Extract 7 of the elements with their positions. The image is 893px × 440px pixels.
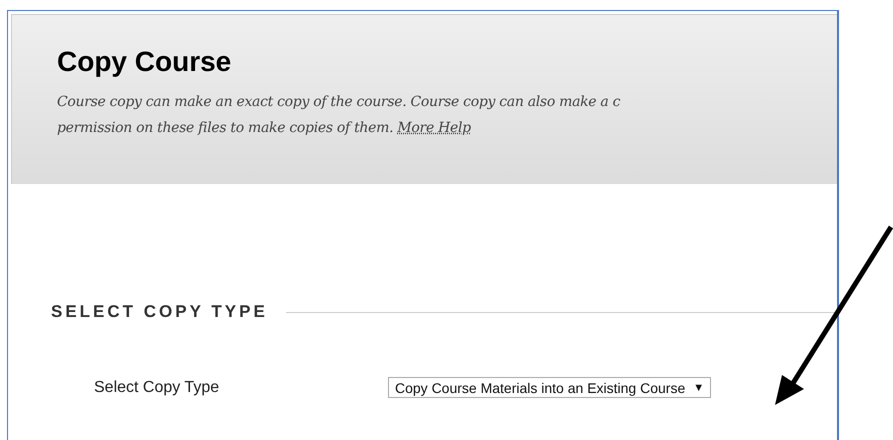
page-title: Copy Course	[57, 45, 232, 79]
description-text: Course copy can make an exact copy of the course. Course copy can also make a c	[57, 93, 622, 112]
field-label: Select Copy Type	[94, 378, 220, 396]
description-text: permission on these files to make copies of them. More Help	[57, 119, 472, 138]
help-link[interactable]: More Help	[397, 120, 471, 136]
section-heading: SELECT COPY TYPE	[51, 302, 268, 322]
copy-type-dropdown[interactable]: Copy Course Materials into an Existing Course ▼	[388, 377, 712, 398]
